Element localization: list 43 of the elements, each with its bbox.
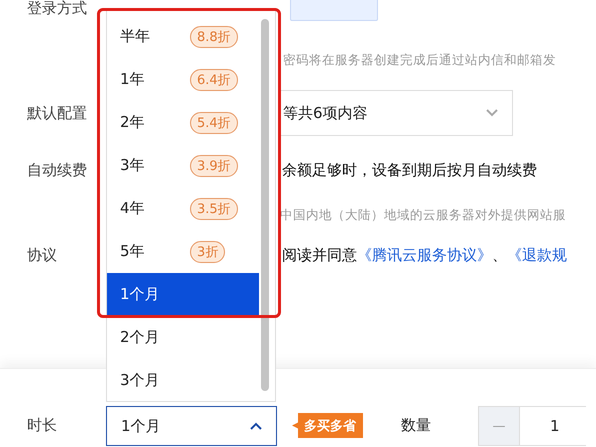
menu-option[interactable]: 半年 8.8折 [107,15,259,58]
field-label: 登录方式 [27,0,88,18]
menu-option[interactable]: 2个月 [107,316,259,359]
quantity-label: 数量 [401,416,431,435]
discount-badge: 5.4折 [190,112,238,134]
option-label: 3年 [120,156,146,175]
field-label: 时长 [27,416,58,435]
field-label: 默认配置 [27,104,88,122]
agreement-link[interactable]: 《退款规 [507,246,567,264]
quantity-field[interactable]: 1 [520,406,586,446]
option-label: 2年 [120,113,146,132]
menu-option[interactable]: 3年 3.9折 [107,144,259,187]
menu-option[interactable]: 1年 6.4折 [107,58,259,101]
option-label: 3个月 [120,371,161,390]
discount-badge: 3折 [190,240,226,262]
agreement-link[interactable]: 《腾讯云服务协议》 [357,246,492,264]
scrollbar[interactable] [261,19,269,391]
menu-option[interactable]: 1个月 [107,273,259,316]
menu-option[interactable]: 2年 5.4折 [107,101,259,144]
menu-option[interactable]: 5年 3折 [107,230,259,273]
menu-option[interactable]: 3个月 [107,359,259,401]
auto-renew-text: 余额足够时，设备到期后按月自动续费 [282,160,537,180]
field-label: 协议 [27,246,58,264]
password-hint: 密码将在服务器创建完成后通过站内信和邮箱发 [283,52,556,68]
discount-badge: 6.4折 [190,68,238,90]
option-label: 1个月 [120,285,161,304]
separator-text: 、 [492,246,507,264]
field-label: 自动续费 [27,160,88,180]
discount-badge: 3.5折 [190,198,238,220]
discount-badge: 3.9折 [190,154,238,176]
option-label: 2个月 [120,328,161,347]
discount-badge: 8.8折 [190,26,238,48]
option-label: 5年 [120,242,146,261]
menu-option[interactable]: 4年 3.5折 [107,187,259,230]
chevron-up-icon [250,422,262,430]
option-label: 1年 [120,70,146,89]
promo-tag: 多买多省 [292,413,363,438]
config-select[interactable]: 等共6项内容 [278,90,513,136]
option-label: 4年 [120,199,146,218]
agreement-text: 阅读并同意 [282,246,357,264]
option-label: 半年 [120,27,151,46]
duration-select[interactable]: 1个月 [106,406,277,446]
chevron-down-icon [486,109,498,117]
